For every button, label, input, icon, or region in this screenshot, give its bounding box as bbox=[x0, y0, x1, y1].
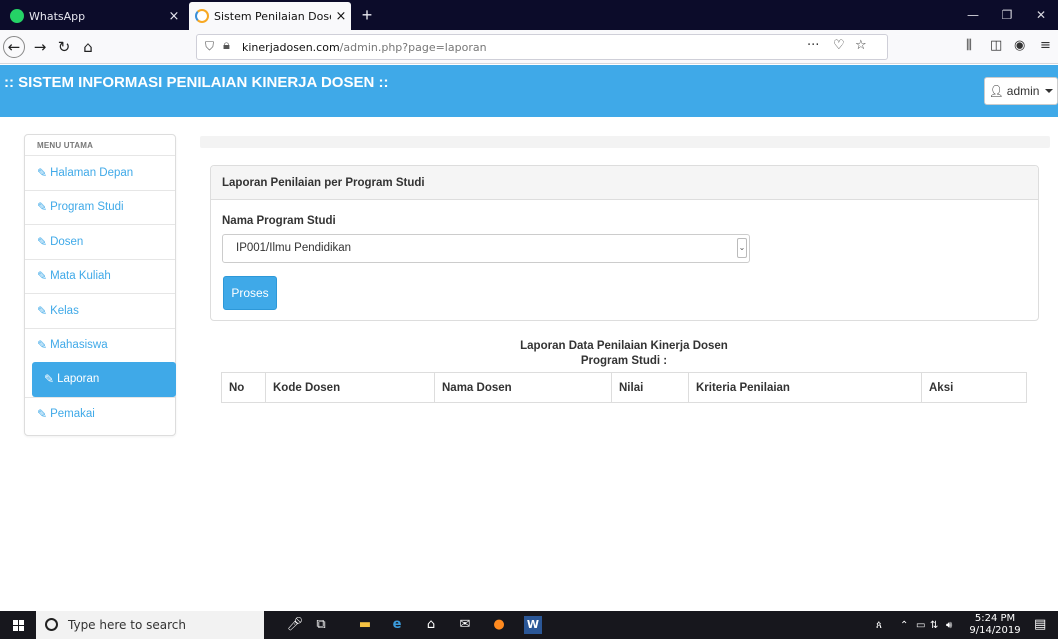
edit-icon: ✎ bbox=[37, 338, 48, 353]
sidebar-item-laporan[interactable]: ✎ Laporan bbox=[32, 362, 176, 397]
selected-value: IP001/Ilmu Pendidikan bbox=[236, 242, 352, 254]
tab-label: WhatsApp bbox=[29, 9, 86, 23]
proses-button[interactable]: Proses bbox=[223, 276, 277, 310]
people-icon[interactable]: ጰ bbox=[876, 620, 882, 631]
word-icon[interactable]: W bbox=[524, 616, 542, 634]
file-explorer-icon[interactable]: ▬ bbox=[356, 616, 374, 634]
cortana-circle-icon bbox=[45, 618, 58, 631]
edit-icon: ✎ bbox=[37, 407, 48, 422]
search-placeholder: Type here to search bbox=[68, 618, 186, 632]
whatsapp-icon bbox=[10, 9, 24, 23]
chevron-up-icon[interactable]: ⌃ bbox=[900, 620, 908, 631]
column-header: No bbox=[221, 372, 266, 403]
insecure-lock-icon[interactable]: 🔒︎ bbox=[223, 38, 230, 53]
taskbar-search-box[interactable]: Type here to search bbox=[36, 611, 264, 639]
forward-arrow-icon[interactable]: → bbox=[28, 35, 52, 59]
chevron-down-icon[interactable]: ⌄ bbox=[737, 238, 747, 258]
back-arrow-icon[interactable]: ← bbox=[3, 36, 25, 58]
tab-label: Sistem Penilaian Dosen bbox=[214, 9, 331, 23]
column-header: Nama Dosen bbox=[434, 372, 612, 403]
tracking-shield-icon[interactable]: ⛉ bbox=[205, 39, 214, 54]
column-header: Nilai bbox=[611, 372, 689, 403]
firefox-icon[interactable]: ● bbox=[490, 616, 508, 634]
library-icon[interactable]: ⫼ bbox=[966, 38, 972, 53]
restore-icon[interactable]: ❐ bbox=[990, 0, 1024, 30]
network-icon[interactable]: ⇅ bbox=[930, 620, 938, 631]
sidebar-menu: MENU UTAMA ✎ Halaman Depan ✎ Program Studi… bbox=[24, 134, 176, 436]
report-title: Laporan Data Penilaian Kinerja Dosen bbox=[520, 340, 728, 352]
battery-icon[interactable]: ▭ bbox=[916, 620, 925, 631]
mail-icon[interactable]: ✉ bbox=[456, 616, 474, 634]
sidebar-item-mata-kuliah[interactable]: ✎ Mata Kuliah bbox=[25, 258, 175, 294]
report-subtitle: Program Studi : bbox=[580, 355, 668, 367]
site-favicon-icon bbox=[195, 9, 209, 23]
windows-taskbar: Type here to search 🎤︎ ⧉ ▬ e ⌂ ✉ ● W ጰ ⌃… bbox=[0, 611, 1058, 639]
clock-time: 5:24 PM bbox=[974, 613, 1016, 624]
sidebar-item-halaman-depan[interactable]: ✎ Halaman Depan bbox=[25, 155, 175, 190]
report-table: No Kode Dosen Nama Dosen Nilai Kriteria … bbox=[221, 372, 1027, 403]
edit-icon: ✎ bbox=[37, 200, 48, 215]
taskbar-clock[interactable]: 5:24 PM 9/14/2019 bbox=[964, 613, 1026, 637]
close-window-icon[interactable]: ✕ bbox=[1024, 0, 1058, 30]
program-studi-label: Nama Program Studi bbox=[222, 215, 336, 227]
new-tab-button[interactable]: + bbox=[356, 4, 378, 26]
edge-browser-icon[interactable]: e bbox=[388, 616, 406, 634]
user-icon: 👤︎ bbox=[988, 84, 1004, 98]
caret-down-icon bbox=[1045, 89, 1054, 93]
url-text[interactable]: kinerjadosen.com/admin.php?page=laporan bbox=[242, 41, 487, 54]
task-view-icon[interactable]: ⧉ bbox=[312, 616, 330, 634]
browser-nav-bar: ← → ↻ ⌂ ⛉ 🔒︎ kinerjadosen.com/admin.php?… bbox=[0, 30, 1058, 64]
column-header: Aksi bbox=[921, 372, 1027, 403]
menu-heading: MENU UTAMA bbox=[37, 141, 94, 150]
app-header: :: SISTEM INFORMASI PENILAIAN KINERJA DO… bbox=[0, 65, 1058, 117]
edit-icon: ✎ bbox=[37, 165, 48, 180]
windows-start-icon[interactable] bbox=[13, 620, 24, 631]
notification-icon[interactable]: ▤ bbox=[1034, 617, 1046, 632]
account-icon[interactable]: ◉ bbox=[1014, 38, 1025, 53]
sidebar-toggle-icon[interactable]: ◫ bbox=[990, 38, 1002, 53]
home-icon[interactable]: ⌂ bbox=[76, 35, 100, 59]
reload-icon[interactable]: ↻ bbox=[52, 35, 76, 59]
breadcrumb-strip bbox=[200, 136, 1050, 148]
menu-hamburger-icon[interactable]: ≡ bbox=[1040, 38, 1051, 53]
url-bar[interactable]: ⛉ 🔒︎ kinerjadosen.com/admin.php?page=lap… bbox=[196, 34, 888, 60]
panel-title: Laporan Penilaian per Program Studi bbox=[211, 166, 1038, 200]
sidebar-item-dosen[interactable]: ✎ Dosen bbox=[25, 224, 175, 259]
edit-icon: ✎ bbox=[37, 234, 48, 249]
sidebar-item-pemakai[interactable]: ✎ Pemakai bbox=[25, 396, 175, 432]
edit-icon: ✎ bbox=[37, 303, 48, 318]
sidebar-item-kelas[interactable]: ✎ Kelas bbox=[25, 293, 175, 328]
edit-icon: ✎ bbox=[44, 372, 55, 387]
volume-icon[interactable]: 🔊︎ bbox=[946, 620, 952, 631]
pocket-icon[interactable]: ♡ bbox=[833, 38, 845, 53]
store-bag-icon[interactable]: ⌂ bbox=[422, 616, 440, 634]
program-studi-select[interactable]: IP001/Ilmu Pendidikan ⌄ bbox=[222, 234, 750, 263]
close-tab-icon[interactable]: × bbox=[164, 9, 184, 24]
bookmark-star-icon[interactable]: ☆ bbox=[855, 38, 867, 53]
page-actions-icon[interactable]: ··· bbox=[807, 38, 819, 53]
app-title: :: SISTEM INFORMASI PENILAIAN KINERJA DO… bbox=[4, 74, 389, 91]
column-header: Kode Dosen bbox=[265, 372, 435, 403]
user-label: admin bbox=[1006, 84, 1040, 98]
user-menu-button[interactable]: 👤︎ admin bbox=[984, 77, 1058, 105]
column-header: Kriteria Penilaian bbox=[688, 372, 922, 403]
tab-whatsapp[interactable]: WhatsApp × bbox=[4, 2, 184, 30]
clock-date: 9/14/2019 bbox=[969, 625, 1021, 636]
microphone-icon[interactable]: 🎤︎ bbox=[286, 616, 304, 634]
minimize-icon[interactable]: — bbox=[956, 0, 990, 30]
report-form-panel: Laporan Penilaian per Program Studi Nama… bbox=[210, 165, 1039, 321]
close-tab-icon[interactable]: × bbox=[331, 9, 351, 24]
edit-icon: ✎ bbox=[37, 269, 48, 284]
table-header-row: No Kode Dosen Nama Dosen Nilai Kriteria … bbox=[221, 372, 1027, 403]
sidebar-item-mahasiswa[interactable]: ✎ Mahasiswa bbox=[25, 327, 175, 363]
sidebar-item-program-studi[interactable]: ✎ Program Studi bbox=[25, 189, 175, 225]
tab-sistem-penilaian[interactable]: Sistem Penilaian Dosen × bbox=[189, 2, 351, 30]
browser-tab-bar: WhatsApp × Sistem Penilaian Dosen × + — … bbox=[0, 0, 1058, 30]
